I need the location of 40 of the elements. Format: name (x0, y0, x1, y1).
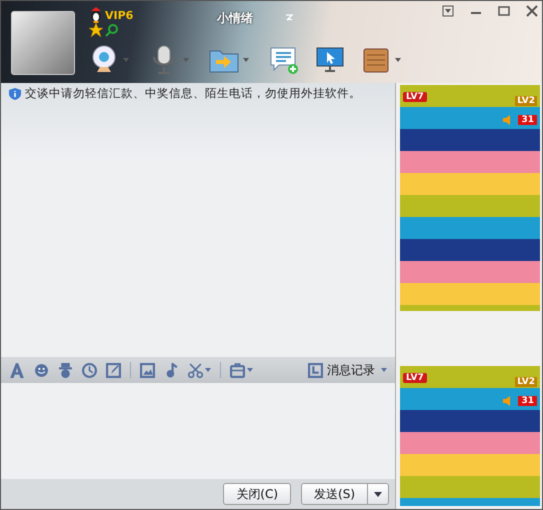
monitor-icon[interactable] (315, 45, 345, 75)
maximize-icon[interactable] (498, 5, 510, 17)
history-icon (308, 362, 323, 378)
briefcase-icon[interactable] (230, 362, 245, 378)
notice-text: 交谈中请勿轻信汇款、中奖信息、陌生电话，勿使用外挂软件。 (25, 86, 361, 101)
caret-icon (374, 492, 382, 496)
count-badge: 31 (518, 115, 537, 125)
send-button[interactable]: 发送(S) (301, 483, 368, 505)
font-icon[interactable] (9, 362, 25, 378)
info-icon (9, 88, 21, 100)
search-icon[interactable] (105, 23, 119, 37)
dropdown-icon[interactable] (442, 5, 454, 17)
contact-name: 小情绪 (217, 10, 253, 27)
scissors-icon[interactable] (188, 362, 203, 378)
caret-icon[interactable] (205, 368, 211, 372)
caret-icon[interactable] (395, 58, 401, 62)
music-note-icon[interactable] (164, 362, 179, 378)
caret-icon[interactable] (243, 58, 249, 62)
close-button[interactable]: 关闭(C) (223, 483, 292, 505)
star-level-badge: LV2 (515, 96, 537, 106)
hat-face-icon[interactable] (58, 362, 73, 378)
image-icon[interactable] (140, 362, 155, 378)
status-icon (284, 12, 294, 22)
edit-icon[interactable] (106, 362, 121, 378)
vip-level: VIP6 (105, 8, 134, 22)
avatar-photo-placeholder (11, 11, 75, 75)
rank-badge: LV7 (403, 92, 427, 102)
message-history-button[interactable]: 消息记录 (308, 362, 387, 378)
smiley-icon[interactable] (34, 362, 49, 378)
star-icon[interactable] (89, 23, 103, 37)
caret-icon (381, 368, 387, 372)
close-icon[interactable] (526, 5, 538, 17)
count-badge: 31 (518, 396, 537, 406)
rank-badge: LV7 (403, 373, 427, 383)
send-options-button[interactable] (368, 483, 389, 505)
message-add-icon[interactable] (269, 45, 299, 75)
caret-icon[interactable] (247, 368, 253, 372)
penguin-icon (89, 7, 103, 23)
clock-icon[interactable] (82, 362, 97, 378)
star-level-badge: LV2 (515, 377, 537, 387)
